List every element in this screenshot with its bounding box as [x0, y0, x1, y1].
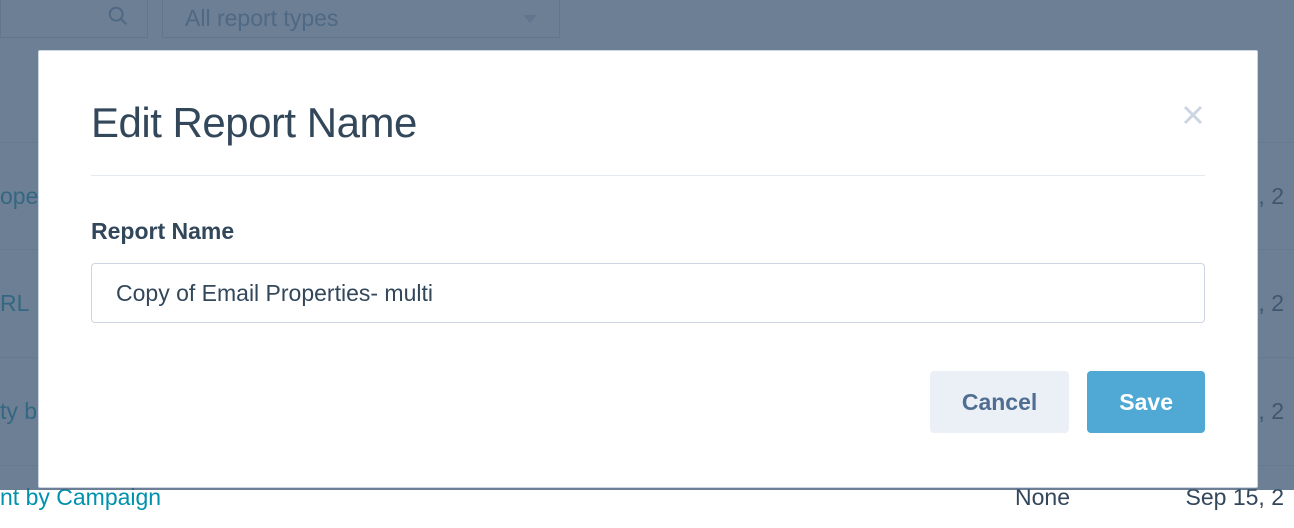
save-button[interactable]: Save [1087, 371, 1205, 433]
report-name-field-group: Report Name [91, 218, 1205, 323]
report-name-input[interactable] [91, 263, 1205, 323]
edit-report-name-modal: Edit Report Name Report Name Cancel Save [38, 50, 1258, 488]
close-icon [1182, 104, 1204, 131]
modal-actions: Cancel Save [91, 371, 1205, 433]
cancel-button[interactable]: Cancel [930, 371, 1069, 433]
report-name-label: Report Name [91, 218, 1205, 245]
modal-header: Edit Report Name [91, 99, 1205, 176]
modal-title: Edit Report Name [91, 99, 417, 147]
close-button[interactable] [1181, 105, 1205, 129]
